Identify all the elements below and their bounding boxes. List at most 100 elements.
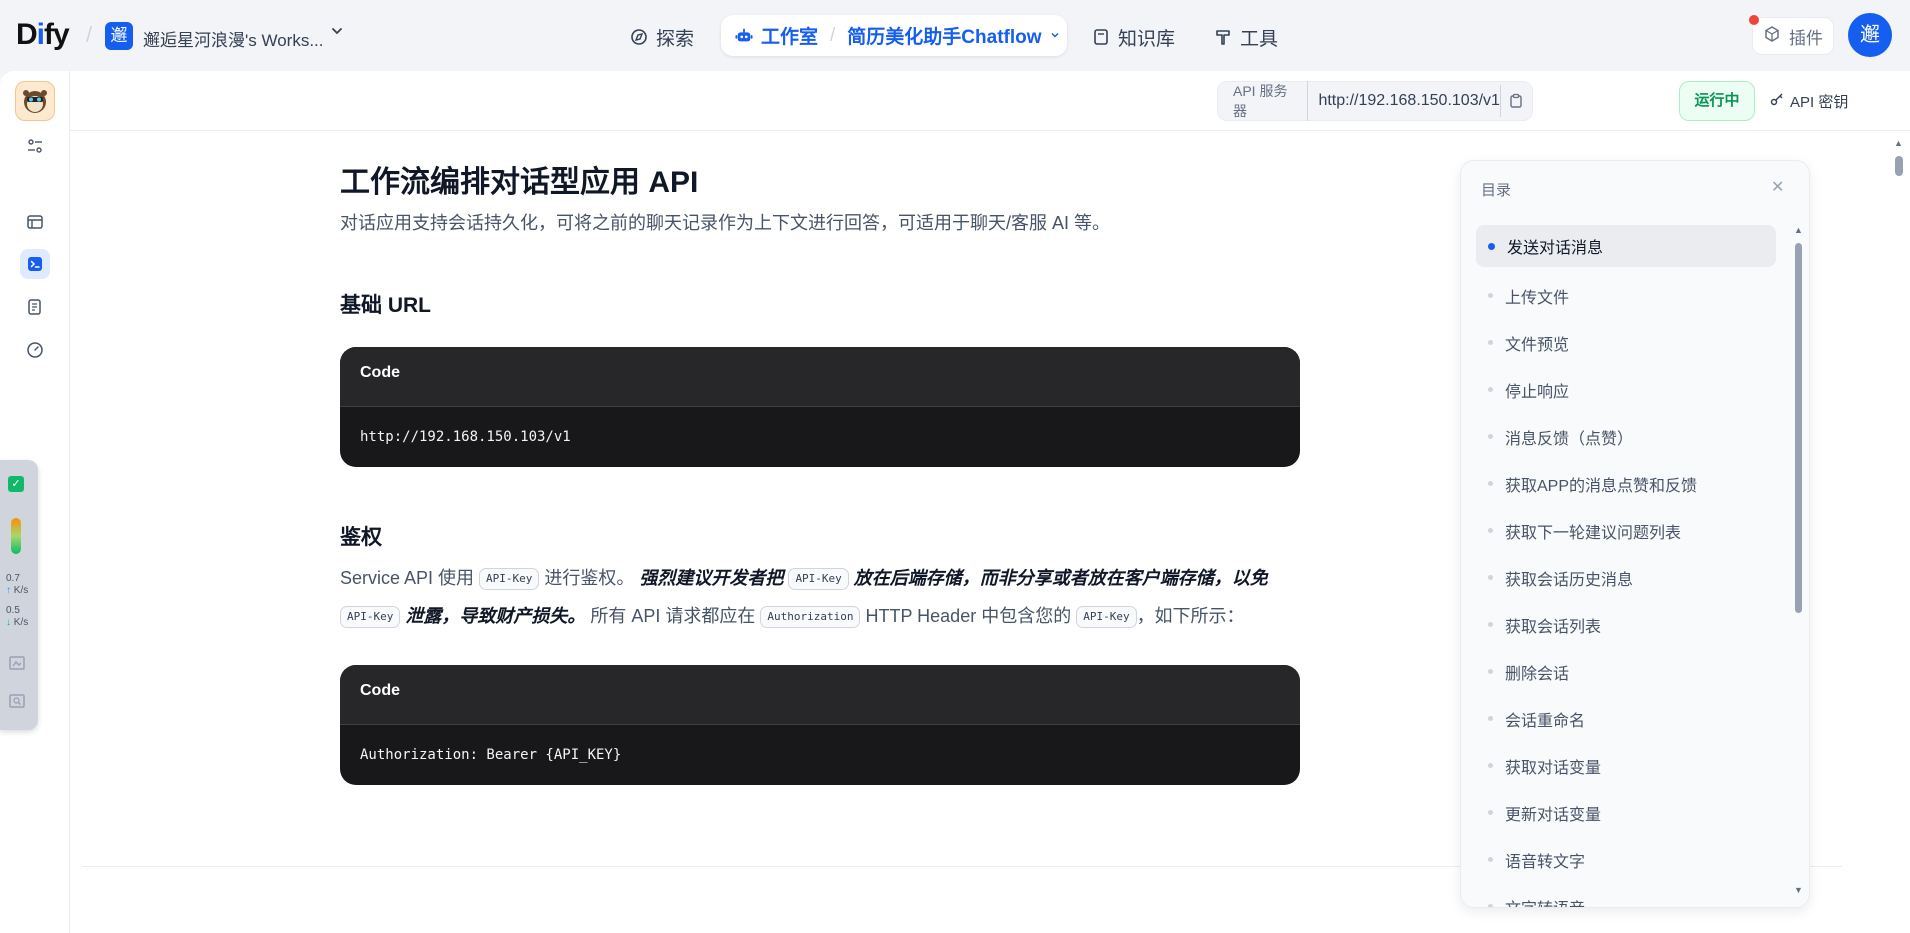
- toc-list: 发送对话消息 上传文件 文件预览 停止响应 消息反馈（点赞） 获取APP的消息点赞和反馈获…: [1476, 225, 1776, 908]
- bullet-icon: [1488, 904, 1493, 907]
- toc-item-label: 文件预览: [1505, 336, 1570, 354]
- compass-icon: [630, 28, 648, 46]
- code-block-body[interactable]: http://192.168.150.103/v1: [340, 407, 1300, 467]
- nav-tools-label: 工具: [1240, 28, 1279, 50]
- api-header: API 服务器 http://192.168.150.103/v1 运行中 AP…: [70, 71, 1910, 131]
- chevron-down-icon[interactable]: [330, 24, 344, 43]
- download-speed-unit: K/s: [13, 617, 29, 628]
- cube-icon: [1763, 25, 1781, 48]
- toc-item[interactable]: 文字转语音: [1476, 883, 1776, 908]
- bullet-icon: [1488, 340, 1493, 345]
- upload-speed-value: 0.7: [6, 573, 20, 584]
- copy-icon[interactable]: [1499, 85, 1532, 117]
- toc-item[interactable]: 获取会话列表: [1476, 601, 1776, 648]
- page-scrollbar[interactable]: ▲: [1892, 138, 1906, 933]
- auth-text: 所有 API 请求都应在: [585, 606, 761, 626]
- toc-item[interactable]: 文件预览: [1476, 319, 1776, 366]
- api-key-button[interactable]: API 密钥: [1770, 81, 1848, 121]
- notification-dot: [1749, 15, 1759, 25]
- toc-item[interactable]: 语音转文字: [1476, 836, 1776, 883]
- inline-code: API-Key: [1076, 606, 1137, 629]
- scroll-up-icon[interactable]: ▲: [1794, 225, 1803, 235]
- upload-speed-unit: K/s: [13, 585, 29, 596]
- nav-studio[interactable]: 工作室 / 简历美化助手Chatflow: [721, 15, 1067, 56]
- dify-logo[interactable]: Dify: [16, 18, 70, 52]
- toc-item-label: 语音转文字: [1505, 853, 1586, 871]
- toc-scrollbar[interactable]: ▲ ▼: [1794, 225, 1803, 895]
- magnifier-icon[interactable]: [8, 692, 26, 710]
- nav-knowledge-label: 知识库: [1118, 28, 1176, 50]
- toc-item[interactable]: 更新对话变量: [1476, 789, 1776, 836]
- api-server-box: API 服务器 http://192.168.150.103/v1: [1217, 81, 1533, 121]
- workspace-avatar[interactable]: 邂: [105, 22, 133, 50]
- book-icon: [1092, 28, 1110, 46]
- plugins-label: 插件: [1789, 28, 1823, 48]
- nav-tools[interactable]: 工具: [1214, 18, 1278, 56]
- api-key-label: API 密钥: [1790, 93, 1849, 111]
- toc-item[interactable]: 获取APP的消息点赞和反馈: [1476, 460, 1776, 507]
- orchestrate-icon[interactable]: [20, 207, 50, 237]
- toc-item-label: 文字转语音: [1505, 895, 1585, 908]
- settings-sliders-icon[interactable]: [20, 131, 50, 161]
- bullet-icon: [1488, 857, 1493, 862]
- toc-item[interactable]: 获取会话历史消息: [1476, 554, 1776, 601]
- bullet-icon: [1488, 293, 1493, 298]
- toc-item-label: 上传文件: [1505, 289, 1570, 307]
- robot-icon: [735, 27, 753, 45]
- screenshot-icon[interactable]: [8, 654, 26, 672]
- app-icon[interactable]: [15, 81, 55, 121]
- api-server-label: API 服务器: [1233, 81, 1309, 121]
- auth-text: HTTP Header 中包含您的: [860, 606, 1077, 626]
- current-app-name[interactable]: 简历美化助手Chatflow: [847, 22, 1041, 49]
- toc-item[interactable]: 获取下一轮建议问题列表: [1476, 507, 1776, 554]
- breadcrumb-separator: /: [86, 22, 93, 47]
- toc-item[interactable]: 消息反馈（点赞）: [1476, 413, 1776, 460]
- toc-item[interactable]: 会话重命名: [1476, 695, 1776, 742]
- toc-item[interactable]: 发送对话消息: [1476, 225, 1776, 267]
- arrow-down-icon: ↓: [6, 617, 11, 628]
- toc-item-label: 消息反馈（点赞）: [1505, 430, 1634, 448]
- nav-knowledge[interactable]: 知识库: [1092, 18, 1175, 56]
- chevron-down-icon[interactable]: [1050, 29, 1060, 43]
- shield-check-icon: ✓: [8, 476, 24, 492]
- nav-studio-label: 工作室: [761, 27, 819, 48]
- close-icon[interactable]: ✕: [1771, 177, 1784, 197]
- download-speed: ↓ K/s: [6, 617, 28, 629]
- key-icon: [1770, 92, 1784, 110]
- monitoring-gauge-icon[interactable]: [20, 335, 50, 365]
- bullet-icon: [1488, 669, 1493, 674]
- toc-item[interactable]: 上传文件: [1476, 272, 1776, 319]
- status-badge: 运行中: [1679, 81, 1755, 121]
- bullet-icon: [1488, 716, 1493, 721]
- auth-paragraph: Service API 使用 API-Key 进行鉴权。 强烈建议开发者把 AP…: [340, 559, 1300, 635]
- toc-title: 目录: [1481, 182, 1512, 199]
- top-navigation-bar: Dify / 邂 邂逅星河浪漫's Works... 探索 工作室 / 简历美化…: [0, 0, 1910, 71]
- auth-text: ，如下所示：: [1136, 606, 1245, 626]
- toc-item-label: 获取下一轮建议问题列表: [1505, 524, 1682, 542]
- toc-item[interactable]: 停止响应: [1476, 366, 1776, 413]
- page-scroll-thumb[interactable]: [1895, 156, 1903, 176]
- workspace-name[interactable]: 邂逅星河浪漫's Works...: [143, 26, 324, 51]
- nav-explore[interactable]: 探索: [630, 18, 694, 56]
- toc-item[interactable]: 删除会话: [1476, 648, 1776, 695]
- code-block-authorization: Code Authorization: Bearer {API_KEY}: [340, 665, 1300, 785]
- toc-item-label: 获取会话列表: [1505, 618, 1602, 636]
- page-title: 工作流编排对话型应用 API: [340, 166, 699, 199]
- toc-item-label: 发送对话消息: [1507, 240, 1604, 257]
- code-block-body[interactable]: Authorization: Bearer {API_KEY}: [340, 725, 1300, 785]
- logs-icon[interactable]: [20, 292, 50, 322]
- toc-item-label: 更新对话变量: [1505, 806, 1602, 824]
- toc-scroll-thumb[interactable]: [1795, 243, 1802, 613]
- plugins-button[interactable]: 插件: [1752, 17, 1834, 55]
- scroll-up-icon[interactable]: ▲: [1894, 138, 1903, 148]
- network-monitor-widget[interactable]: ✓ 0.7 ↑ K/s 0.5 ↓ K/s: [0, 460, 38, 730]
- scroll-down-icon[interactable]: ▼: [1794, 885, 1803, 895]
- bullet-icon: [1488, 434, 1493, 439]
- api-access-icon[interactable]: [20, 249, 50, 279]
- user-avatar[interactable]: 邂: [1848, 13, 1892, 57]
- auth-warning: 放在后端存储，而非分享或者放在客户端存储，以免: [848, 568, 1268, 588]
- inline-code: Authorization: [760, 606, 861, 629]
- bullet-icon: [1488, 575, 1493, 580]
- api-server-url[interactable]: http://192.168.150.103/v1: [1318, 92, 1499, 110]
- toc-item[interactable]: 获取对话变量: [1476, 742, 1776, 789]
